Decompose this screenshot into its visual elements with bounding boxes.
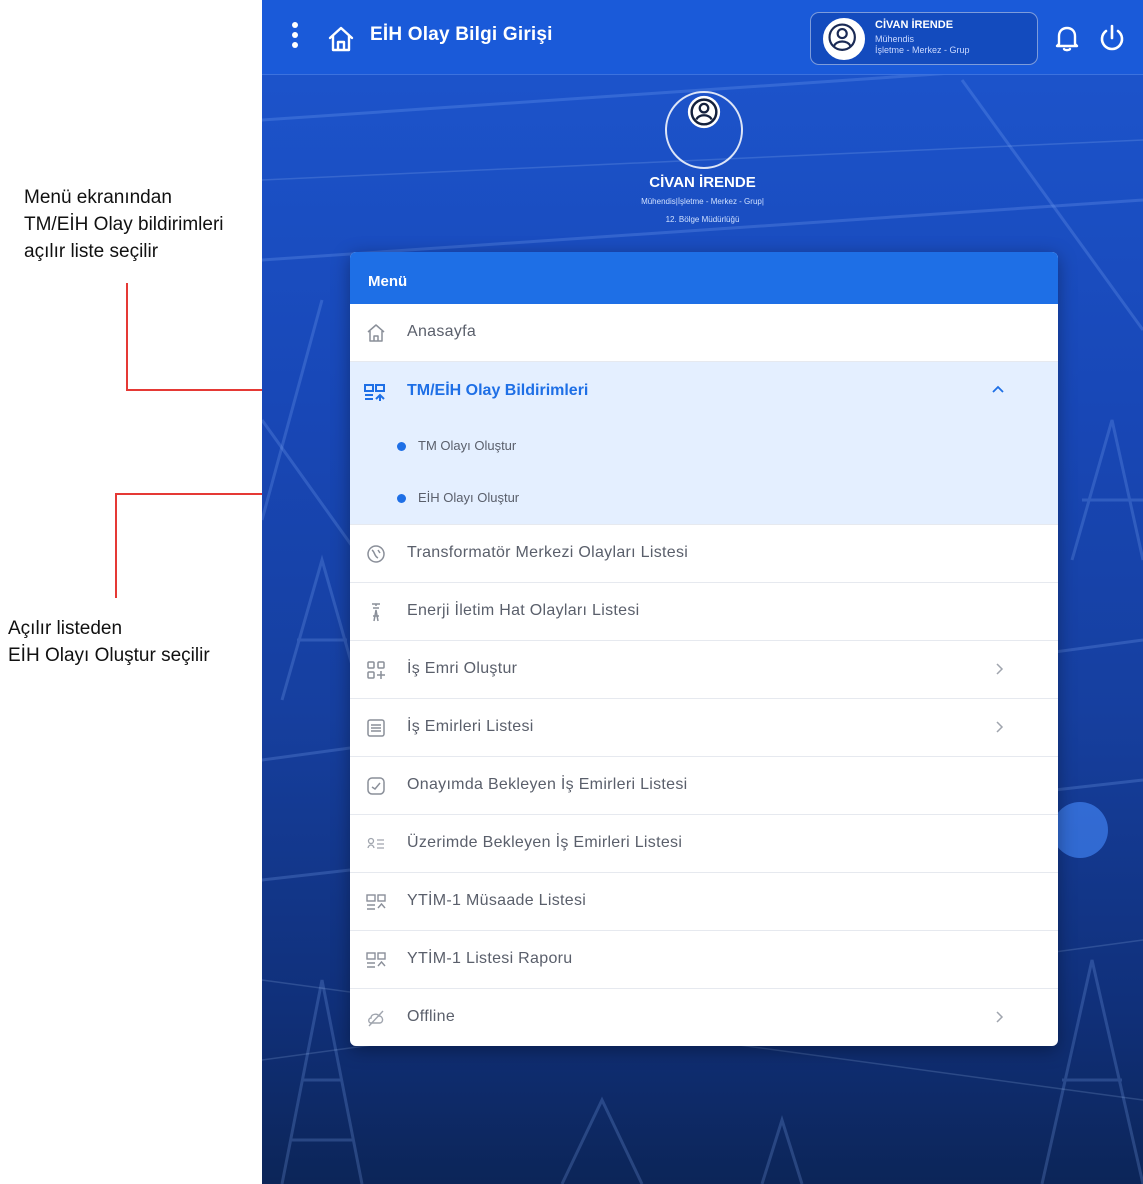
menu-item-enerji-iletim-hat[interactable]: Enerji İletim Hat Olayları Listesi xyxy=(350,583,1058,641)
profile-name: CİVAN İRENDE xyxy=(649,174,756,191)
profile-avatar-icon xyxy=(665,91,743,169)
chevron-right-icon[interactable] xyxy=(992,661,1006,677)
app-screen: EİH Olay Bilgi Girişi CİVAN İRENDE Mühen… xyxy=(262,0,1143,1184)
report-icon xyxy=(366,894,386,910)
annotation-connector-1-vertical xyxy=(126,283,128,391)
home-icon[interactable] xyxy=(326,24,356,54)
top-bar: EİH Olay Bilgi Girişi CİVAN İRENDE Mühen… xyxy=(262,0,1143,75)
home-icon xyxy=(367,324,385,342)
menu-item-ytim-raporu[interactable]: YTİM-1 Listesi Raporu xyxy=(350,931,1058,989)
menu-item-onayimda-bekleyen[interactable]: Onayımda Bekleyen İş Emirleri Listesi xyxy=(350,757,1058,815)
submenu-item-label: TM Olayı Oluştur xyxy=(418,438,517,453)
menu-item-label: Enerji İletim Hat Olayları Listesi xyxy=(407,602,640,619)
menu-item-uzerimde-bekleyen[interactable]: Üzerimde Bekleyen İş Emirleri Listesi xyxy=(350,815,1058,873)
pylon-icon xyxy=(372,603,380,622)
annotation-line-2: TM/EİH Olay bildirimleri xyxy=(24,214,224,235)
offline-icon xyxy=(368,1010,384,1027)
menu-item-label: İş Emirleri Listesi xyxy=(407,718,534,735)
annotation-menu-note: Menü ekranından TM/EİH Olay bildirimleri… xyxy=(24,184,274,265)
annotation-line-1: Menü ekranından xyxy=(24,187,172,208)
submenu-item-tm-olayi-olustur[interactable]: TM Olayı Oluştur xyxy=(350,422,1058,472)
chevron-right-icon[interactable] xyxy=(992,719,1006,735)
report-icon xyxy=(366,952,386,968)
profile-role: Mühendis|İşletme - Merkez - Grup| xyxy=(641,197,764,206)
menu-item-is-emri-olustur[interactable]: İş Emri Oluştur xyxy=(350,641,1058,699)
menu-item-home[interactable]: Anasayfa xyxy=(350,304,1058,362)
annotation-connector-2-vertical xyxy=(115,493,117,598)
event-report-icon xyxy=(364,384,385,401)
menu-group-label: TM/EİH Olay Bildirimleri xyxy=(407,382,589,399)
menu-group-header[interactable]: TM/EİH Olay Bildirimleri xyxy=(350,362,1058,422)
user-unit: İşletme - Merkez - Grup xyxy=(875,45,970,55)
user-role: Mühendis xyxy=(875,34,915,44)
menu-item-label: Onayımda Bekleyen İş Emirleri Listesi xyxy=(407,776,688,793)
bell-icon[interactable] xyxy=(1054,24,1080,52)
chevron-up-icon[interactable] xyxy=(990,382,1006,396)
menu-item-transformator-merkezi[interactable]: Transformatör Merkezi Olayları Listesi xyxy=(350,525,1058,583)
chevron-right-icon[interactable] xyxy=(992,1009,1006,1025)
user-avatar-icon xyxy=(823,18,865,60)
menu-item-label: Transformatör Merkezi Olayları Listesi xyxy=(407,544,689,561)
bullet-icon xyxy=(397,442,406,451)
profile-region: 12. Bölge Müdürlüğü xyxy=(665,215,740,224)
approval-icon xyxy=(367,777,385,795)
menu-item-label: İş Emri Oluştur xyxy=(407,660,518,677)
assigned-list-icon xyxy=(367,837,384,849)
annotation-line-2: EİH Olayı Oluştur seçilir xyxy=(8,645,210,666)
annotation-line-3: açılır liste seçilir xyxy=(24,241,159,262)
annotation-list-note: Açılır listeden EİH Olayı Oluştur seçili… xyxy=(8,615,258,669)
menu-header: Menü xyxy=(350,252,1058,304)
menu-item-label: YTİM-1 Müsaade Listesi xyxy=(407,892,587,909)
bullet-icon xyxy=(397,494,406,503)
user-profile-chip[interactable]: CİVAN İRENDE Mühendis İşletme - Merkez -… xyxy=(810,12,1038,65)
menu-group-tm-eih: TM/EİH Olay Bildirimleri TM Olayı Oluştu… xyxy=(350,362,1058,525)
menu-item-label: Anasayfa xyxy=(407,323,477,340)
menu-item-ytim-musaade[interactable]: YTİM-1 Müsaade Listesi xyxy=(350,873,1058,931)
list-doc-icon xyxy=(367,719,385,737)
submenu-item-label: EİH Olayı Oluştur xyxy=(418,490,520,505)
menu-item-is-emirleri-listesi[interactable]: İş Emirleri Listesi xyxy=(350,699,1058,757)
app-title: EİH Olay Bilgi Girişi xyxy=(370,24,553,45)
menu-item-offline[interactable]: Offline xyxy=(350,989,1058,1046)
transformer-icon xyxy=(367,545,385,563)
menu-item-label: Üzerimde Bekleyen İş Emirleri Listesi xyxy=(407,834,683,851)
user-name: CİVAN İRENDE xyxy=(875,19,954,31)
power-icon[interactable] xyxy=(1097,23,1127,53)
grid-plus-icon xyxy=(367,661,385,679)
menu-item-label: YTİM-1 Listesi Raporu xyxy=(407,950,573,967)
menu-dots-icon[interactable] xyxy=(288,22,302,52)
submenu-item-eih-olayi-olustur[interactable]: EİH Olayı Oluştur xyxy=(350,474,1058,524)
menu-card: Menü Anasayfa TM/EİH Olay Bildirimleri T… xyxy=(350,252,1058,1046)
annotation-line-1: Açılır listeden xyxy=(8,618,123,639)
menu-item-label: Offline xyxy=(407,1008,456,1025)
